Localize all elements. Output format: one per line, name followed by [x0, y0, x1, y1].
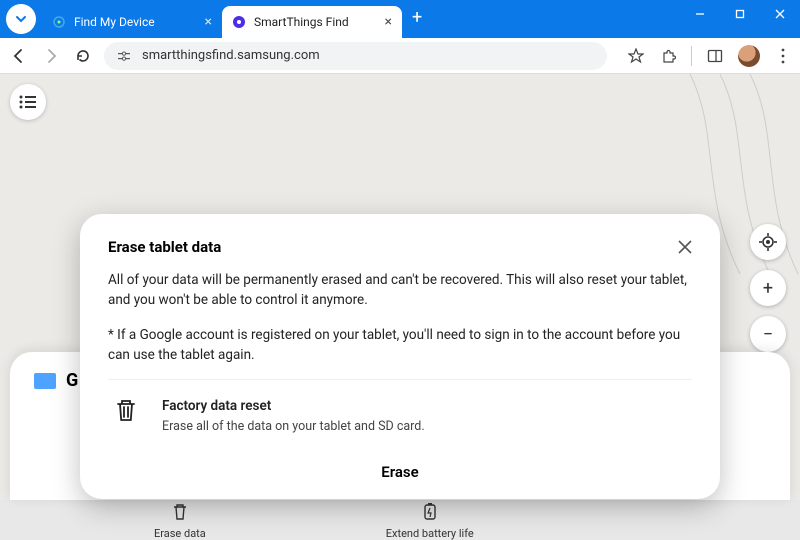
new-tab-button[interactable]: + [402, 7, 432, 28]
dialog-title: Erase tablet data [108, 238, 221, 256]
dialog-paragraph-2: * If a Google account is registered on y… [108, 325, 692, 366]
browser-toolbar: smartthingsfind.samsung.com [0, 38, 800, 74]
tab-title: SmartThings Find [254, 15, 349, 29]
browser-menu-button[interactable] [6, 4, 36, 34]
forward-button[interactable] [40, 45, 62, 67]
close-icon[interactable]: × [205, 14, 212, 30]
reset-title: Factory data reset [162, 396, 425, 416]
reset-description: Erase all of the data on your tablet and… [162, 418, 425, 437]
close-window-button[interactable] [760, 0, 800, 28]
find-my-device-icon [52, 15, 66, 29]
erase-dialog: Erase tablet data All of your data will … [80, 214, 720, 499]
tab-title: Find My Device [74, 15, 155, 29]
dialog-paragraph-1: All of your data will be permanently era… [108, 270, 692, 311]
side-panel-icon[interactable] [706, 47, 724, 65]
trash-icon [170, 501, 190, 521]
minimize-button[interactable] [680, 0, 720, 28]
factory-reset-row: Factory data reset Erase all of the data… [108, 379, 692, 437]
extend-battery-action[interactable]: Extend battery life [386, 501, 474, 540]
browser-titlebar: Find My Device × SmartThings Find × + [0, 0, 800, 38]
trash-icon [108, 396, 144, 437]
erase-confirm-button[interactable]: Erase [108, 463, 692, 481]
browser-tab-0[interactable]: Find My Device × [42, 6, 222, 38]
window-controls [680, 0, 800, 28]
close-icon[interactable]: × [385, 14, 392, 30]
address-bar[interactable]: smartthingsfind.samsung.com [104, 42, 607, 70]
profile-avatar[interactable] [738, 45, 760, 67]
site-settings-icon[interactable] [116, 48, 132, 64]
maximize-button[interactable] [720, 0, 760, 28]
battery-icon [420, 501, 440, 521]
close-dialog-button[interactable] [678, 240, 692, 254]
overflow-menu-icon[interactable] [774, 47, 792, 65]
reload-button[interactable] [72, 45, 94, 67]
bookmark-star-icon[interactable] [627, 47, 645, 65]
extensions-icon[interactable] [659, 47, 677, 65]
close-icon [678, 240, 692, 254]
back-button[interactable] [8, 45, 30, 67]
url-text: smartthingsfind.samsung.com [142, 48, 320, 63]
toolbar-divider [691, 46, 692, 66]
browser-tab-1[interactable]: SmartThings Find × [222, 6, 402, 38]
erase-data-action[interactable]: Erase data [154, 501, 206, 540]
smartthings-icon [232, 15, 246, 29]
action-label: Erase data [154, 527, 206, 540]
page-content: + − G Erase data Extend battery life Era… [0, 74, 800, 500]
action-label: Extend battery life [386, 527, 474, 540]
